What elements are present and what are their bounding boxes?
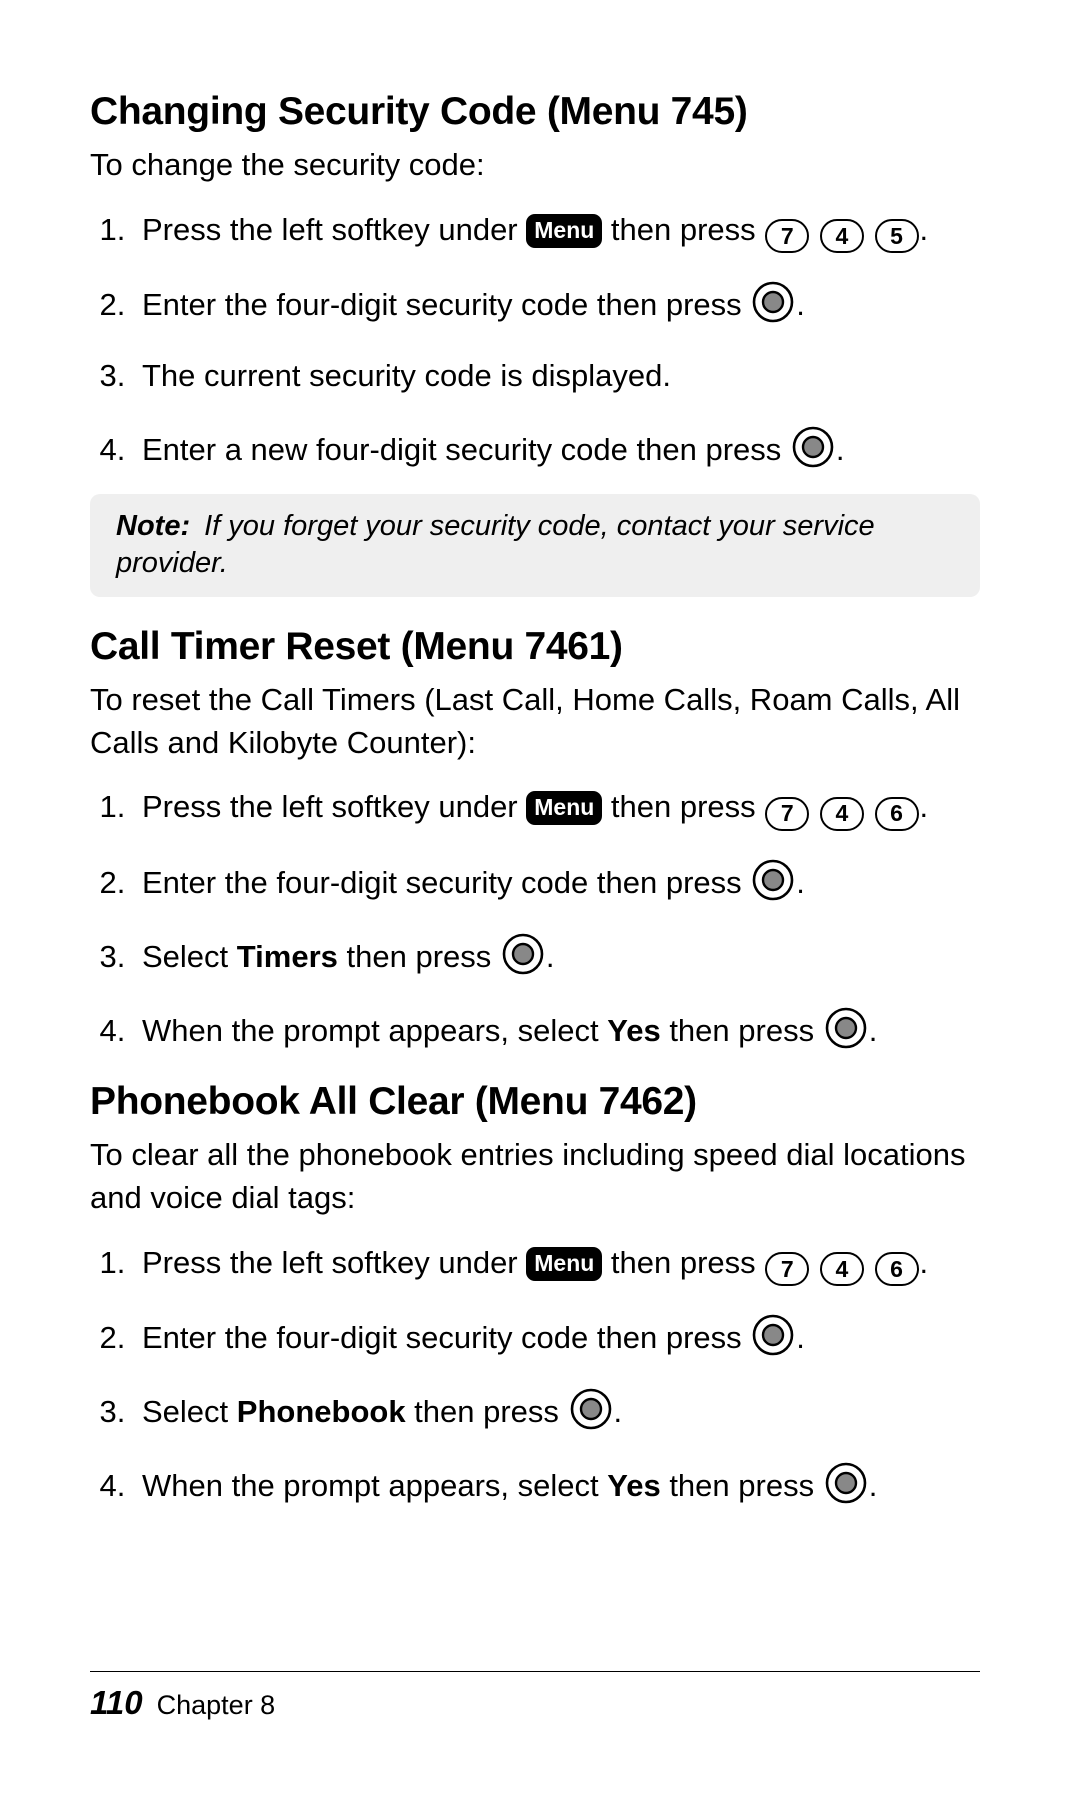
key-4-icon: 4: [820, 219, 864, 253]
manual-page: Changing Security Code (Menu 745) To cha…: [0, 0, 1080, 1800]
step-bold: Yes: [607, 1468, 660, 1503]
key-4-icon: 4: [820, 1252, 864, 1286]
key-7-icon: 7: [765, 797, 809, 831]
step-text: Select: [142, 939, 237, 974]
section2-intro: To reset the Call Timers (Last Call, Hom…: [90, 679, 980, 765]
section2-step-4: When the prompt appears, select Yes then…: [134, 1007, 980, 1053]
step-text: .: [796, 865, 805, 900]
step-text: Press the left softkey under: [142, 789, 526, 824]
section1-step-2: Enter the four-digit security code then …: [134, 281, 980, 327]
step-text: Select: [142, 1394, 237, 1429]
key-6-icon: 6: [875, 1252, 919, 1286]
ok-button-icon: [792, 426, 834, 468]
step-text: .: [796, 1320, 805, 1355]
ok-button-icon: [825, 1462, 867, 1504]
step-text: .: [869, 1013, 878, 1048]
section-heading-phonebook-clear: Phonebook All Clear (Menu 7462): [90, 1080, 980, 1124]
section1-intro: To change the security code:: [90, 144, 980, 187]
step-bold: Phonebook: [237, 1394, 406, 1429]
note-box: Note:If you forget your security code, c…: [90, 494, 980, 597]
step-text: then press: [602, 1245, 764, 1280]
step-text: .: [546, 939, 555, 974]
section3-intro: To clear all the phonebook entries inclu…: [90, 1134, 980, 1220]
step-text: then press: [661, 1013, 823, 1048]
step-text: Enter the four-digit security code then …: [142, 287, 750, 322]
step-text: then press: [602, 789, 764, 824]
step-bold: Yes: [607, 1013, 660, 1048]
step-text: .: [920, 1245, 929, 1280]
section2-step-1: Press the left softkey under Menu then p…: [134, 786, 980, 831]
step-text: .: [920, 789, 929, 824]
step-text: then press: [602, 212, 764, 247]
key-6-icon: 6: [875, 797, 919, 831]
section2-step-3: Select Timers then press .: [134, 933, 980, 979]
section3-step-2: Enter the four-digit security code then …: [134, 1314, 980, 1360]
section3-step-3: Select Phonebook then press .: [134, 1388, 980, 1434]
menu-badge-icon: Menu: [526, 791, 602, 825]
section1-step-1: Press the left softkey under Menu then p…: [134, 209, 980, 254]
ok-button-icon: [752, 281, 794, 323]
page-content: Changing Security Code (Menu 745) To cha…: [90, 90, 980, 1800]
key-5-icon: 5: [875, 219, 919, 253]
ok-button-icon: [570, 1388, 612, 1430]
step-text: then press: [338, 939, 500, 974]
step-text: Enter the four-digit security code then …: [142, 1320, 750, 1355]
ok-button-icon: [825, 1007, 867, 1049]
section3-steps: Press the left softkey under Menu then p…: [90, 1242, 980, 1508]
section1-step-3: The current security code is displayed.: [134, 355, 980, 398]
ok-button-icon: [752, 1314, 794, 1356]
step-text: When the prompt appears, select: [142, 1013, 607, 1048]
step-text: .: [614, 1394, 623, 1429]
section2-step-2: Enter the four-digit security code then …: [134, 859, 980, 905]
page-number: 110: [90, 1684, 157, 1721]
note-text: If you forget your security code, contac…: [116, 510, 875, 580]
chapter-label: Chapter 8: [157, 1690, 276, 1720]
section2-steps: Press the left softkey under Menu then p…: [90, 786, 980, 1052]
step-text: .: [796, 287, 805, 322]
section-heading-call-timer: Call Timer Reset (Menu 7461): [90, 625, 980, 669]
section1-step-4: Enter a new four-digit security code the…: [134, 426, 980, 472]
step-text: Press the left softkey under: [142, 212, 526, 247]
section3-step-4: When the prompt appears, select Yes then…: [134, 1462, 980, 1508]
key-7-icon: 7: [765, 1252, 809, 1286]
step-text: then press: [661, 1468, 823, 1503]
step-text: Enter a new four-digit security code the…: [142, 432, 790, 467]
step-text: Press the left softkey under: [142, 1245, 526, 1280]
key-4-icon: 4: [820, 797, 864, 831]
menu-badge-icon: Menu: [526, 1247, 602, 1281]
step-text: .: [836, 432, 845, 467]
step-bold: Timers: [237, 939, 338, 974]
note-label: Note:: [116, 510, 204, 542]
ok-button-icon: [752, 859, 794, 901]
step-text: .: [869, 1468, 878, 1503]
step-text: When the prompt appears, select: [142, 1468, 607, 1503]
page-footer: 110Chapter 8: [90, 1671, 980, 1722]
step-text: Enter the four-digit security code then …: [142, 865, 750, 900]
menu-badge-icon: Menu: [526, 214, 602, 248]
step-text: then press: [406, 1394, 568, 1429]
section1-steps: Press the left softkey under Menu then p…: [90, 209, 980, 472]
section-heading-security-code: Changing Security Code (Menu 745): [90, 90, 980, 134]
section3-step-1: Press the left softkey under Menu then p…: [134, 1242, 980, 1287]
key-7-icon: 7: [765, 219, 809, 253]
step-text: .: [920, 212, 929, 247]
ok-button-icon: [502, 933, 544, 975]
